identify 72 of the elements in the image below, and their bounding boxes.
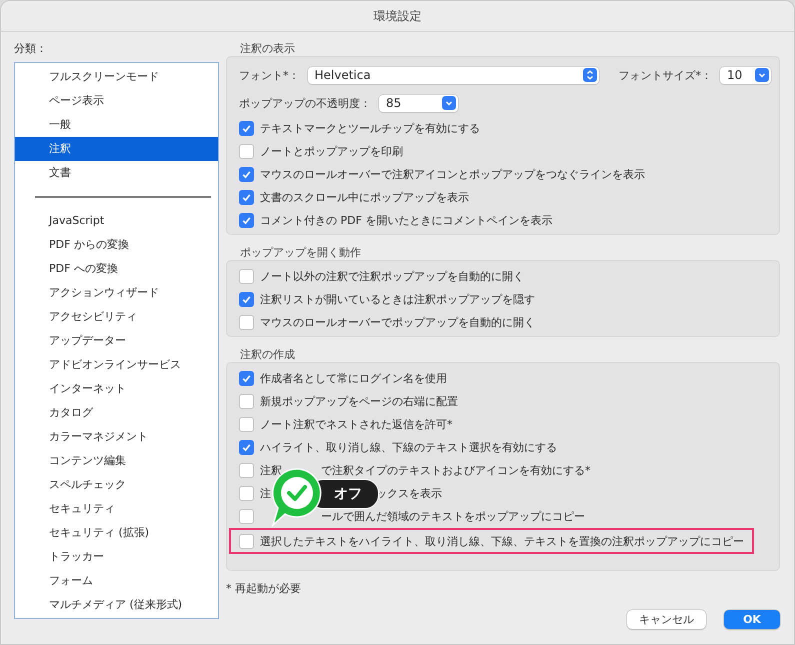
checkbox[interactable] — [239, 440, 254, 455]
category-item[interactable]: PDF からの変換 — [15, 233, 218, 257]
checkbox[interactable] — [239, 269, 254, 284]
category-item[interactable]: コンテンツ編集 — [15, 449, 218, 473]
category-item[interactable]: アップデーター — [15, 329, 218, 353]
option-label: テキストマークとツールチップを有効にする — [260, 121, 480, 136]
checkbox[interactable] — [239, 167, 254, 182]
section-title: 注釈の作成 — [240, 348, 295, 362]
category-item[interactable]: セキュリティ (拡張) — [15, 521, 218, 545]
category-item[interactable]: 一般 — [15, 113, 218, 137]
cancel-button[interactable]: キャンセル — [627, 610, 706, 629]
option-label: 注 — [260, 486, 271, 501]
option-label: マウスのロールオーバーで注釈アイコンとポップアップをつなぐラインを表示 — [260, 167, 645, 182]
category-item[interactable]: スペルチェック — [15, 473, 218, 497]
checkbox[interactable] — [239, 371, 254, 386]
checkbox[interactable] — [239, 315, 254, 330]
option-label: ノート以外の注釈で注釈ポップアップを自動的に開く — [260, 269, 524, 284]
checkbox[interactable] — [239, 534, 254, 548]
category-item[interactable]: インターネット — [15, 377, 218, 401]
option-label: ノート注釈でネストされた返信を許可* — [260, 417, 452, 432]
checkbox[interactable] — [239, 213, 254, 228]
category-item[interactable]: トラッカー — [15, 545, 218, 569]
category-item[interactable]: カラーマネジメント — [15, 425, 218, 449]
option-label: ールで囲んだ領域のテキストをポップアップにコピー — [321, 509, 585, 524]
checkbox[interactable] — [239, 486, 254, 501]
checkbox[interactable] — [239, 509, 254, 524]
field-label: ポップアップの不透明度： — [239, 96, 371, 110]
category-item[interactable]: カタログ — [15, 401, 218, 425]
option-label: 注釈リストが開いているときは注釈ポップアップを隠す — [260, 292, 535, 307]
category-item[interactable]: 注釈 — [15, 137, 218, 161]
footnote: * 再起動が必要 — [226, 582, 301, 596]
option-label: 作成者名として常にログイン名を使用 — [260, 371, 447, 386]
checkbox[interactable] — [239, 292, 254, 307]
checkbox[interactable] — [239, 190, 254, 205]
option-label: コメント付きの PDF を開いたときにコメントペインを表示 — [260, 213, 552, 228]
option-label: マウスのロールオーバーでポップアップを自動的に開く — [260, 315, 535, 330]
chevron-down-icon — [755, 68, 769, 82]
checkbox[interactable] — [239, 394, 254, 409]
category-item[interactable]: アドビオンラインサービス — [15, 353, 218, 377]
category-item[interactable]: JavaScript — [15, 209, 218, 233]
dropdown[interactable]: Helvetica — [308, 66, 598, 84]
updown-icon — [582, 68, 596, 82]
window-title: 環境設定 — [374, 8, 422, 24]
checkbox[interactable] — [239, 463, 254, 478]
category-label: 分類： — [14, 42, 47, 57]
option-label: で注釈タイプのテキストおよびアイコンを有効にする* — [321, 463, 590, 478]
category-item[interactable]: フォーム — [15, 569, 218, 593]
option-label: ノートとポップアップを印刷 — [260, 144, 403, 159]
option-label: 注釈 — [260, 463, 282, 478]
checkbox[interactable] — [239, 417, 254, 432]
category-item[interactable]: ページ表示 — [15, 89, 218, 113]
category-item[interactable]: 文書 — [15, 161, 218, 185]
category-item[interactable]: アクションウィザード — [15, 281, 218, 305]
category-item[interactable]: マルチメディア (従来形式) — [15, 593, 218, 617]
chevron-down-icon — [442, 96, 456, 110]
option-label: 文書のスクロール中にポップアップを表示 — [260, 190, 469, 205]
category-item[interactable]: フルスクリーンモード — [15, 65, 218, 89]
dropdown[interactable]: 85 — [379, 94, 458, 112]
option-label: 新規ポップアップをページの右端に配置 — [260, 394, 458, 409]
category-item[interactable]: セキュリティ — [15, 497, 218, 521]
section-title: ポップアップを開く動作 — [240, 246, 361, 260]
section-title: 注釈の表示 — [240, 42, 295, 56]
option-label: 選択したテキストをハイライト、取り消し線、下線、テキストを置換の注釈ポップアップにコピー — [260, 534, 744, 548]
ok-button[interactable]: OK — [724, 610, 780, 629]
option-label: ハイライト、取り消し線、下線のテキスト選択を有効にする — [260, 440, 557, 455]
field-label: フォント*： — [239, 68, 300, 82]
category-item[interactable]: PDF への変換 — [15, 257, 218, 281]
field-label: フォントサイズ*： — [618, 68, 712, 82]
category-item[interactable]: アクセシビリティ — [15, 305, 218, 329]
dropdown[interactable]: 10 — [720, 66, 771, 84]
checkbox[interactable] — [239, 121, 254, 136]
checkbox[interactable] — [239, 144, 254, 159]
